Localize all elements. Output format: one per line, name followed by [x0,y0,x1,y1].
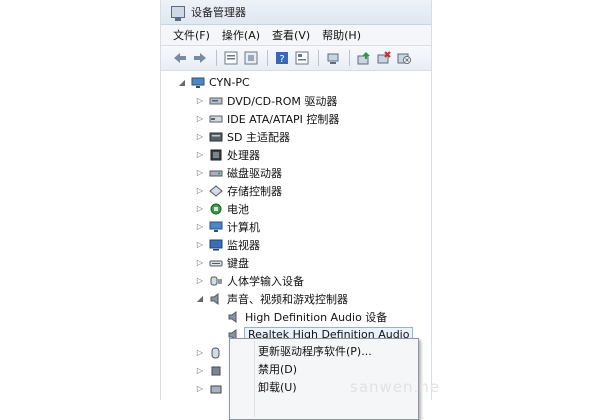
toolbar-separator [349,50,350,66]
tree-item-label: IDE ATA/ATAPI 控制器 [227,112,340,126]
update-driver-icon[interactable] [355,50,372,67]
collapsed-arrow-icon[interactable]: ▷ [195,240,205,249]
tree-root-node[interactable]: ◢ CYN-PC [177,74,250,91]
computer-icon [209,221,223,233]
tree-item-label: 监视器 [227,238,260,252]
tree-item-battery[interactable]: ▷ 电池 [195,200,249,217]
device-icon [209,365,223,377]
tree-item-label: High Definition Audio 设备 [245,310,388,324]
context-update-driver[interactable]: 更新驱动程序软件(P)... [258,342,372,360]
expand-arrow-icon[interactable]: ◢ [177,78,187,87]
collapsed-arrow-icon[interactable]: ▷ [195,348,205,357]
menu-help[interactable]: 帮助(H) [322,27,361,43]
watermark: sanwen.ne [350,378,441,396]
collapsed-arrow-icon[interactable]: ▷ [195,132,205,141]
sd-adapter-icon [209,131,223,143]
speaker-icon [227,310,241,323]
collapsed-arrow-icon[interactable]: ▷ [195,168,205,177]
device-manager-icon [171,6,185,21]
computer-icon [191,77,205,89]
tree-item-label: 人体学输入设备 [227,274,304,288]
monitor-icon [209,239,223,251]
expand-arrow-icon[interactable]: ◢ [195,294,205,303]
view-icon[interactable] [293,50,310,67]
menu-file[interactable]: 文件(F) [173,27,210,43]
menu-bar: 文件(F) 操作(A) 查看(V) 帮助(H) [161,25,431,45]
battery-icon [209,203,223,215]
back-arrow-icon[interactable] [171,50,188,67]
tree-item-computer[interactable]: ▷ 计算机 [195,218,260,235]
storage-controller-icon [209,184,223,197]
window-title: 设备管理器 [191,6,246,19]
tree-item-ide-controller[interactable]: ▷ IDE ATA/ATAPI 控制器 [195,110,339,127]
disk-drive-icon [209,167,223,179]
menu-action[interactable]: 操作(A) [222,27,260,43]
processor-icon [209,149,223,161]
mouse-icon [209,347,223,359]
toolbar-separator [267,50,268,66]
tree-item-monitors[interactable]: ▷ 监视器 [195,236,260,253]
toolbar-separator [216,50,217,66]
disable-device-icon[interactable] [375,50,392,67]
ide-controller-icon [209,113,223,125]
tree-item-label: 处理器 [227,148,260,162]
collapsed-arrow-icon[interactable]: ▷ [195,276,205,285]
collapsed-arrow-icon[interactable]: ▷ [195,222,205,231]
properties-icon[interactable] [222,50,239,67]
menu-view[interactable]: 查看(V) [272,27,310,43]
tree-item-keyboards[interactable]: ▷ 键盘 [195,254,249,271]
tree-item-dvd-cdrom[interactable]: ▷ DVD/CD-ROM 驱动器 [195,92,337,109]
tree-item-label: 电池 [227,202,249,216]
speaker-icon [209,292,223,305]
svg-text:?: ? [279,54,284,65]
tree-item-partial[interactable]: ▷ [195,344,227,361]
collapsed-arrow-icon[interactable]: ▷ [195,366,205,375]
collapsed-arrow-icon[interactable]: ▷ [195,384,205,393]
device-icon [209,383,223,395]
hid-icon [209,275,223,287]
tree-item-label: 存储控制器 [227,184,282,198]
tree-item-disk-drives[interactable]: ▷ 磁盘驱动器 [195,164,282,181]
context-uninstall[interactable]: 卸载(U) [258,378,297,396]
toolbar: ? [161,45,431,71]
show-hidden-icon[interactable] [242,50,259,67]
context-menu-gutter [254,341,255,417]
tree-item-hd-audio-device[interactable]: High Definition Audio 设备 [227,308,387,325]
title-bar: 设备管理器 [161,0,431,25]
tree-item-label: 声音、视频和游戏控制器 [227,292,348,306]
forward-arrow-icon[interactable] [191,50,208,67]
collapsed-arrow-icon[interactable]: ▷ [195,258,205,267]
tree-item-partial[interactable]: ▷ [195,380,227,397]
toolbar-separator [318,50,319,66]
tree-item-partial[interactable]: ▷ [195,362,227,379]
scan-hardware-icon[interactable] [324,50,341,67]
collapsed-arrow-icon[interactable]: ▷ [195,186,205,195]
context-disable[interactable]: 禁用(D) [258,360,297,378]
collapsed-arrow-icon[interactable]: ▷ [195,114,205,123]
tree-item-label: 磁盘驱动器 [227,166,282,180]
keyboard-icon [209,257,223,269]
help-icon[interactable]: ? [273,50,290,67]
tree-item-sound-video[interactable]: ◢ 声音、视频和游戏控制器 [195,290,348,307]
uninstall-device-icon[interactable] [395,50,412,67]
collapsed-arrow-icon[interactable]: ▷ [195,96,205,105]
tree-item-label: SD 主适配器 [227,130,290,144]
tree-item-storage-controllers[interactable]: ▷ 存储控制器 [195,182,282,199]
dvd-drive-icon [209,95,223,107]
tree-item-label: 键盘 [227,256,249,270]
tree-root-label: CYN-PC [209,76,250,89]
tree-item-label: DVD/CD-ROM 驱动器 [227,94,338,108]
tree-item-hid[interactable]: ▷ 人体学输入设备 [195,272,304,289]
tree-item-label: 计算机 [227,220,260,234]
collapsed-arrow-icon[interactable]: ▷ [195,150,205,159]
tree-item-sd-host[interactable]: ▷ SD 主适配器 [195,128,290,145]
tree-item-processor[interactable]: ▷ 处理器 [195,146,260,163]
collapsed-arrow-icon[interactable]: ▷ [195,204,205,213]
